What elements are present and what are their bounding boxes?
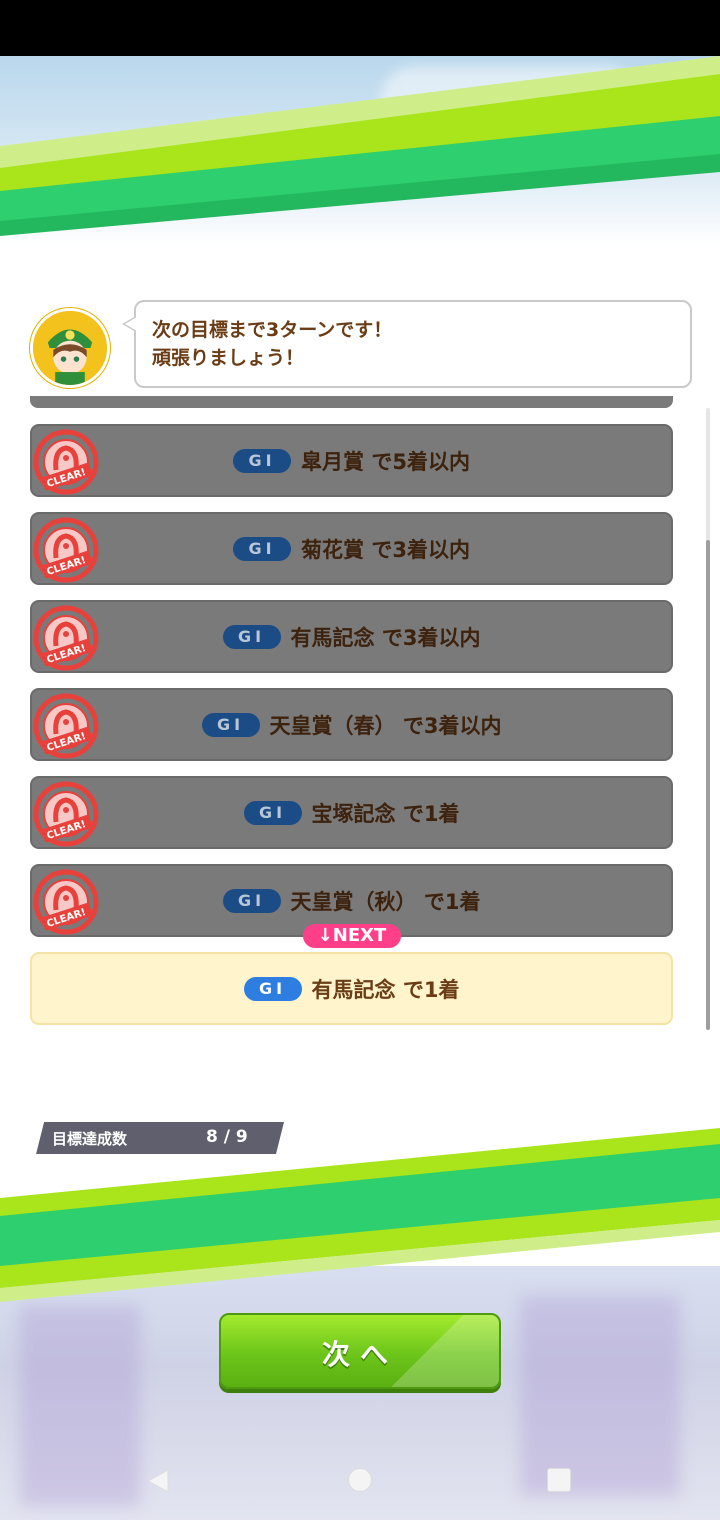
- goal-text: 天皇賞（秋） で1着: [290, 889, 481, 914]
- status-bar: [0, 0, 720, 56]
- goal-row[interactable]: CLEAR! GI 有馬記念 で3着以内: [30, 600, 673, 673]
- grade-badge: GI: [243, 976, 302, 1001]
- nav-recent-icon[interactable]: [547, 1468, 571, 1492]
- speech-line-1: 次の目標まで3ターンです！: [152, 319, 393, 341]
- goal-progress: 目標達成数 8 / 9: [36, 1122, 284, 1154]
- grade-badge: GI: [243, 800, 302, 825]
- next-goal-row[interactable]: GI 有馬記念 で1着: [30, 952, 673, 1025]
- goal-text: 宝塚記念 で1着: [311, 801, 460, 826]
- system-nav-bar: [0, 1440, 720, 1520]
- nav-home-icon[interactable]: [348, 1468, 372, 1492]
- goal-text: 有馬記念 で1着: [311, 977, 460, 1002]
- goal-text: 有馬記念 で3着以内: [290, 625, 481, 650]
- goal-row-partial: [30, 396, 673, 408]
- goal-text: 菊花賞 で3着以内: [301, 537, 470, 562]
- speech-line-2: 頑張りましょう！: [152, 347, 305, 369]
- goal-text: 天皇賞（春） で3着以内: [269, 713, 502, 738]
- goal-row[interactable]: CLEAR! GI 菊花賞 で3着以内: [30, 512, 673, 585]
- next-button[interactable]: 次へ: [219, 1313, 501, 1389]
- goal-row[interactable]: CLEAR! GI 皐月賞 で5着以内: [30, 424, 673, 497]
- header-decoration: [0, 56, 720, 246]
- grade-badge: GI: [233, 448, 292, 473]
- next-badge: ↓NEXT: [303, 924, 401, 948]
- goal-row[interactable]: CLEAR! GI 天皇賞（春） で3着以内: [30, 688, 673, 761]
- progress-label: 目標達成数: [52, 1130, 128, 1148]
- scrollbar-thumb[interactable]: [706, 540, 710, 1030]
- grade-badge: GI: [233, 536, 292, 561]
- grade-badge: GI: [201, 712, 260, 737]
- character-avatar-icon: [30, 308, 110, 388]
- next-button-label: 次へ: [321, 1338, 398, 1371]
- grade-badge: GI: [222, 624, 281, 649]
- speech-bubble: 次の目標まで3ターンです！ 頑張りましょう！: [122, 300, 692, 388]
- progress-value: 8 / 9: [206, 1127, 248, 1147]
- nav-back-icon[interactable]: [146, 1468, 172, 1494]
- goal-text: 皐月賞 で5着以内: [301, 449, 470, 474]
- grade-badge: GI: [222, 888, 281, 913]
- goal-row[interactable]: CLEAR! GI 宝塚記念 で1着: [30, 776, 673, 849]
